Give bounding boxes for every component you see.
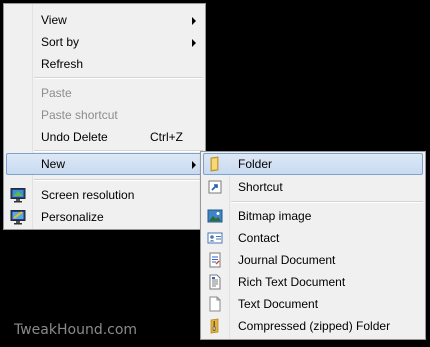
submenu-arrow-icon <box>192 161 196 169</box>
menu-item-screen-resolution[interactable]: Screen resolution <box>6 184 203 206</box>
submenu-item-contact[interactable]: Contact <box>203 227 423 249</box>
text-document-icon <box>207 296 223 312</box>
monitor-icon <box>10 187 26 203</box>
shortcut-icon <box>207 179 223 195</box>
menu-item-label: Bitmap image <box>238 209 312 223</box>
submenu-item-rich-text-document[interactable]: Rich Text Document <box>203 271 423 293</box>
submenu-arrow-icon <box>192 17 196 25</box>
menu-item-refresh[interactable]: Refresh <box>6 53 203 75</box>
folder-icon <box>207 156 223 172</box>
menu-item-paste-shortcut[interactable]: Paste shortcut <box>6 104 203 126</box>
menu-item-undo-delete[interactable]: Undo Delete Ctrl+Z <box>6 126 203 148</box>
submenu-item-compressed-folder[interactable]: Compressed (zipped) Folder <box>203 315 423 337</box>
menu-item-label: Compressed (zipped) Folder <box>238 319 391 333</box>
keyboard-shortcut: Ctrl+Z <box>150 130 183 144</box>
zip-folder-icon <box>207 318 223 334</box>
menu-separator <box>34 77 203 79</box>
menu-item-label: Text Document <box>238 297 319 311</box>
submenu-item-shortcut[interactable]: Shortcut <box>203 176 423 198</box>
menu-item-label: Journal Document <box>238 253 336 267</box>
submenu-item-journal-document[interactable]: Journal Document <box>203 249 423 271</box>
submenu-item-text-document[interactable]: Text Document <box>203 293 423 315</box>
rich-text-icon <box>207 274 223 290</box>
menu-item-label: Contact <box>238 231 280 245</box>
watermark-text: TweakHound.com <box>14 322 138 338</box>
menu-item-personalize[interactable]: Personalize <box>6 206 203 228</box>
menu-item-label: Refresh <box>41 57 84 71</box>
menu-item-label: Paste <box>41 86 72 100</box>
menu-item-new[interactable]: New <box>6 153 203 175</box>
menu-item-label: View <box>41 13 67 27</box>
menu-item-paste[interactable]: Paste <box>6 82 203 104</box>
menu-item-label: New <box>41 157 66 171</box>
menu-item-label: Screen resolution <box>41 188 135 202</box>
menu-item-sort-by[interactable]: Sort by <box>6 31 203 53</box>
menu-separator <box>34 150 203 152</box>
menu-separator <box>34 179 203 181</box>
desktop-context-menu: View Sort by Refresh Paste Paste shortcu… <box>3 3 206 230</box>
journal-icon <box>207 252 223 268</box>
menu-item-label: Folder <box>238 157 273 171</box>
menu-item-label: Personalize <box>41 210 104 224</box>
contact-icon <box>207 230 223 246</box>
menu-item-label: Rich Text Document <box>238 275 346 289</box>
menu-item-label: Shortcut <box>238 180 283 194</box>
new-submenu: Folder Shortcut Bitmap image Contact Jou… <box>200 151 426 340</box>
menu-item-view[interactable]: View <box>6 9 203 31</box>
submenu-arrow-icon <box>192 39 196 47</box>
personalize-icon <box>10 209 26 225</box>
menu-item-label: Sort by <box>41 35 80 49</box>
menu-item-label: Undo Delete <box>41 130 108 144</box>
menu-separator <box>231 201 423 203</box>
submenu-item-bitmap-image[interactable]: Bitmap image <box>203 205 423 227</box>
submenu-item-folder[interactable]: Folder <box>203 153 423 175</box>
menu-item-label: Paste shortcut <box>41 108 118 122</box>
bitmap-icon <box>207 208 223 224</box>
